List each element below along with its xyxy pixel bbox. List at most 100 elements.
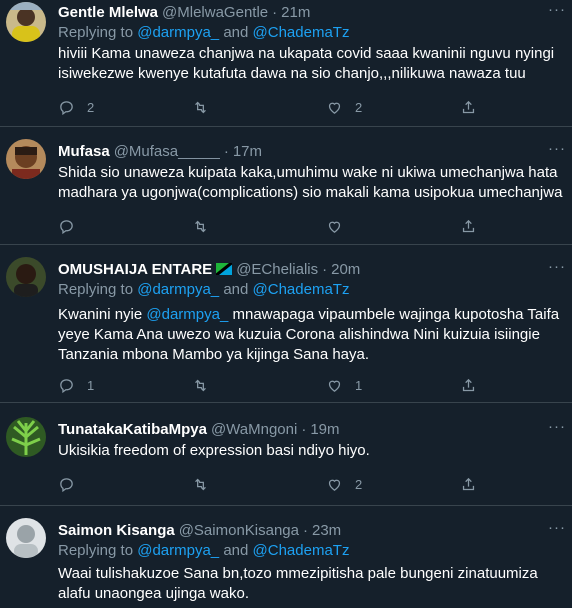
like-button[interactable] — [326, 216, 355, 236]
tweet-actions — [58, 216, 518, 236]
timestamp[interactable]: 21m — [281, 4, 310, 21]
tweet-tunatakakatibampya[interactable]: TunatakaKatibaMpya @WaMngoni · 19m ··· U… — [0, 403, 572, 506]
user-handle[interactable]: @WaMngoni — [211, 421, 297, 438]
tweet-saimon-kisanga[interactable]: Saimon Kisanga @SaimonKisanga · 23m ··· … — [0, 506, 572, 608]
retweet-icon — [195, 220, 206, 232]
retweet-button[interactable] — [192, 375, 221, 395]
reply-button[interactable]: 2 — [58, 97, 94, 117]
replying-to-label: Replying to — [58, 281, 134, 298]
replying-and: and — [223, 24, 249, 41]
tweet-header: OMUSHAIJA ENTARE @EChelialis · 20m — [58, 259, 532, 279]
like-button[interactable]: 2 — [326, 474, 362, 494]
replying-to-label: Replying to — [58, 542, 134, 559]
share-icon — [462, 477, 475, 490]
replying-to: Replying to @darmpya_ and @ChademaTz — [58, 24, 349, 41]
tweet-mufasa[interactable]: Mufasa @Mufasa_____ · 17m ··· Shida sio … — [0, 127, 572, 245]
share-button[interactable] — [460, 216, 477, 236]
reply-mention-1[interactable]: @darmpya_ — [137, 542, 219, 559]
tweet-text: Waai tulishakuzoe Sana bn,tozo mmezipiti… — [58, 565, 538, 602]
reply-mention-2[interactable]: @ChademaTz — [253, 281, 350, 298]
tweet-actions: 2 2 — [58, 97, 518, 117]
timestamp[interactable]: 19m — [310, 421, 339, 438]
user-handle[interactable]: @MlelwaGentle — [162, 4, 268, 21]
reply-icon — [60, 378, 73, 393]
reply-mention-1[interactable]: @darmpya_ — [137, 24, 219, 41]
reply-mention-1[interactable]: @darmpya_ — [137, 281, 219, 298]
replying-and: and — [223, 542, 249, 559]
tweet-header: Saimon Kisanga @SaimonKisanga · 23m — [58, 520, 532, 540]
avatar[interactable] — [6, 257, 46, 297]
display-name[interactable]: Saimon Kisanga — [58, 522, 175, 539]
separator-dot: · — [322, 260, 328, 278]
user-handle[interactable]: @EChelialis — [236, 261, 318, 278]
avatar[interactable] — [6, 518, 46, 558]
like-button[interactable]: 1 — [326, 375, 362, 395]
more-icon[interactable]: ··· — [548, 2, 566, 22]
tweet-text: Ukisikia freedom of expression basi ndiy… — [58, 442, 370, 459]
replying-to: Replying to @darmpya_ and @ChademaTz — [58, 281, 349, 298]
like-count: 2 — [355, 99, 363, 115]
avatar[interactable] — [6, 417, 46, 457]
separator-dot: · — [272, 3, 278, 21]
tweet-gentle-mlelwa[interactable]: Gentle Mlelwa @MlelwaGentle · 21m ··· Re… — [0, 0, 572, 127]
timestamp[interactable]: 23m — [312, 522, 341, 539]
separator-dot: · — [303, 521, 308, 539]
tweet-text-start: Kwanini nyie — [58, 306, 143, 323]
share-icon — [462, 219, 475, 232]
replying-to-label: Replying to — [58, 24, 134, 41]
share-icon — [462, 100, 475, 113]
tweet-header: TunatakaKatibaMpya @WaMngoni · 19m — [58, 419, 532, 439]
retweet-icon — [195, 379, 206, 391]
reply-mention-2[interactable]: @ChademaTz — [253, 542, 350, 559]
retweet-button[interactable] — [192, 474, 221, 494]
tweet-actions: 2 — [58, 474, 518, 494]
share-button[interactable] — [460, 474, 477, 494]
like-count: 1 — [355, 377, 363, 393]
like-icon — [328, 479, 341, 491]
tweet-text: hiviii Kama unaweza chanjwa na ukapata c… — [58, 45, 555, 82]
reply-mention-2[interactable]: @ChademaTz — [253, 24, 350, 41]
retweet-icon — [195, 101, 206, 113]
timeline: Gentle Mlelwa @MlelwaGentle · 21m ··· Re… — [0, 0, 572, 608]
reply-button[interactable]: 1 — [58, 375, 94, 395]
tweet-text: Shida sio unaweza kuipata kaka,umuhimu w… — [58, 164, 563, 201]
more-icon[interactable]: ··· — [548, 520, 566, 540]
display-name[interactable]: Gentle Mlelwa — [58, 4, 158, 21]
more-icon[interactable]: ··· — [548, 141, 566, 161]
share-button[interactable] — [460, 375, 477, 395]
like-button[interactable]: 2 — [326, 97, 362, 117]
like-icon — [328, 380, 341, 392]
retweet-button[interactable] — [192, 97, 221, 117]
like-icon — [328, 221, 341, 233]
retweet-button[interactable] — [192, 216, 221, 236]
timestamp[interactable]: 17m — [233, 143, 262, 160]
tweet-omushaija-entare[interactable]: OMUSHAIJA ENTARE @EChelialis · 20m ··· R… — [0, 245, 572, 403]
reply-icon — [60, 100, 73, 115]
like-icon — [328, 102, 341, 114]
tanzania-flag-icon — [216, 263, 233, 275]
display-name[interactable]: Mufasa — [58, 143, 110, 160]
separator-dot: · — [223, 142, 229, 160]
avatar[interactable] — [6, 2, 46, 42]
reply-icon — [60, 477, 73, 492]
replying-and: and — [223, 281, 249, 298]
tweet-header: Gentle Mlelwa @MlelwaGentle · 21m — [58, 2, 532, 22]
user-handle[interactable]: @SaimonKisanga — [179, 522, 299, 539]
user-handle[interactable]: @Mufasa_____ — [114, 143, 220, 160]
reply-count: 1 — [87, 377, 95, 393]
reply-button[interactable] — [58, 216, 87, 236]
more-icon[interactable]: ··· — [548, 259, 566, 279]
display-name[interactable]: OMUSHAIJA ENTARE — [58, 261, 212, 278]
tweet-mention[interactable]: @darmpya_ — [146, 306, 228, 323]
reply-icon — [60, 219, 73, 234]
separator-dot: · — [301, 420, 307, 438]
like-count: 2 — [355, 476, 363, 492]
reply-button[interactable] — [58, 474, 87, 494]
avatar[interactable] — [6, 139, 46, 179]
tweet-header: Mufasa @Mufasa_____ · 17m — [58, 141, 532, 161]
timestamp[interactable]: 20m — [331, 261, 360, 278]
more-icon[interactable]: ··· — [548, 419, 566, 439]
display-name[interactable]: TunatakaKatibaMpya — [58, 421, 207, 438]
share-button[interactable] — [460, 97, 477, 117]
tweet-actions: 1 1 — [58, 375, 518, 395]
